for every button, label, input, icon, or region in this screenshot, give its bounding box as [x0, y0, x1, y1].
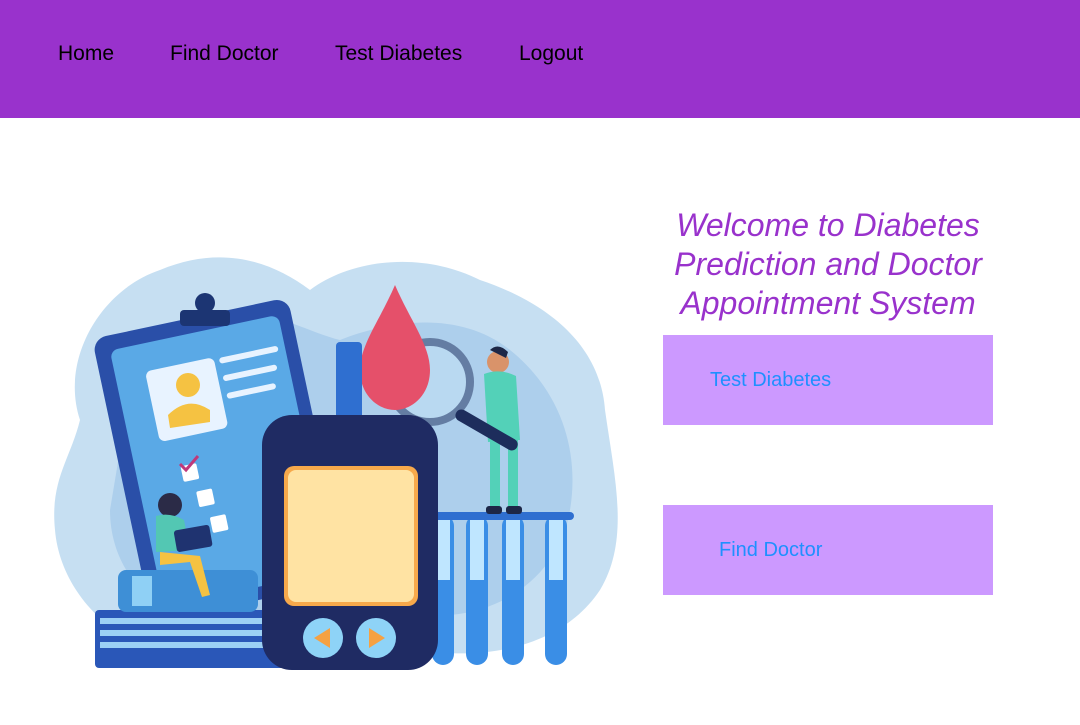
nav-find-doctor-link[interactable]: Find Doctor — [170, 42, 279, 66]
diabetes-illustration — [40, 230, 640, 690]
test-diabetes-card[interactable]: Test Diabetes — [663, 335, 993, 425]
find-doctor-card[interactable]: Find Doctor — [663, 505, 993, 595]
welcome-title: Welcome to Diabetes Prediction and Docto… — [674, 207, 982, 321]
test-diabetes-link[interactable]: Test Diabetes — [710, 369, 831, 392]
nav-home-link[interactable]: Home — [58, 42, 114, 66]
nav-logout-link[interactable]: Logout — [519, 42, 583, 66]
nav-test-diabetes-link[interactable]: Test Diabetes — [335, 42, 462, 66]
glucose-meter-icon — [262, 415, 438, 670]
find-doctor-link[interactable]: Find Doctor — [719, 539, 822, 562]
top-navbar: Home Find Doctor Test Diabetes Logout — [0, 0, 1080, 118]
books-icon — [95, 570, 285, 668]
